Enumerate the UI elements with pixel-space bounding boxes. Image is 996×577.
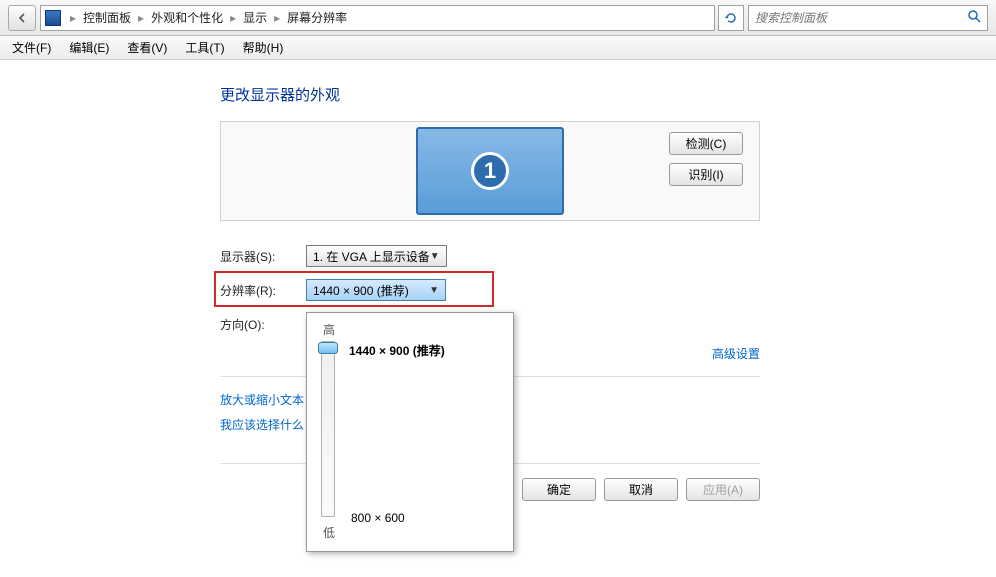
detect-identify-group: 检测(C) 识别(I) [669,132,743,186]
resolution-combo-value: 1440 × 900 (推荐) [313,282,409,299]
display-label: 显示器(S): [220,248,306,265]
slider-min-value: 800 × 600 [351,511,405,525]
identify-button[interactable]: 识别(I) [669,163,743,186]
slider-low-label: 低 [323,524,503,541]
slider-max-value: 1440 × 900 (推荐) [349,342,445,359]
resolution-row: 分辨率(R): 1440 × 900 (推荐) ▼ [220,275,996,305]
chevron-right-icon: ▸ [67,11,79,25]
menu-view[interactable]: 查看(V) [119,37,175,58]
nav-back-button[interactable] [8,5,36,31]
resolution-slider-thumb[interactable] [318,342,338,354]
resolution-label: 分辨率(R): [220,282,306,299]
which-settings-link[interactable]: 我应该选择什么 [220,418,304,432]
control-panel-icon [45,10,61,26]
breadcrumb-item[interactable]: 外观和个性化 [147,9,227,26]
address-bar: ▸ 控制面板 ▸ 外观和个性化 ▸ 显示 ▸ 屏幕分辨率 [0,0,996,36]
orientation-label: 方向(O): [220,316,306,333]
display-combo-value: 1. 在 VGA 上显示设备 [313,248,430,265]
chevron-down-icon: ▼ [429,285,439,296]
breadcrumb-item[interactable]: 屏幕分辨率 [283,9,351,26]
breadcrumb[interactable]: ▸ 控制面板 ▸ 外观和个性化 ▸ 显示 ▸ 屏幕分辨率 [40,5,715,31]
menu-bar: 文件(F) 编辑(E) 查看(V) 工具(T) 帮助(H) [0,36,996,60]
search-input[interactable] [755,11,967,25]
menu-edit[interactable]: 编辑(E) [61,37,117,58]
content-area: 更改显示器的外观 1 检测(C) 识别(I) 显示器(S): 1. 在 VGA … [0,60,996,577]
zoom-text-link[interactable]: 放大或缩小文本 [220,393,304,407]
search-icon [967,9,981,26]
menu-file[interactable]: 文件(F) [4,37,59,58]
slider-high-label: 高 [323,321,503,338]
display-row: 显示器(S): 1. 在 VGA 上显示设备 ▼ [220,241,996,271]
chevron-right-icon: ▸ [227,11,239,25]
breadcrumb-item[interactable]: 控制面板 [79,9,135,26]
monitor-preview-box: 1 检测(C) 识别(I) [220,121,760,221]
display-combo[interactable]: 1. 在 VGA 上显示设备 ▼ [306,245,447,267]
resolution-slider-track[interactable] [321,341,335,517]
resolution-slider-wrap: 1440 × 900 (推荐) [321,341,503,521]
monitor-thumbnail[interactable]: 1 [416,127,564,215]
menu-help[interactable]: 帮助(H) [235,37,292,58]
chevron-right-icon: ▸ [135,11,147,25]
monitor-number-badge: 1 [471,152,509,190]
resolution-dropdown-panel[interactable]: 高 1440 × 900 (推荐) 800 × 600 低 [306,312,514,552]
apply-button[interactable]: 应用(A) [686,478,760,501]
chevron-right-icon: ▸ [271,11,283,25]
menu-tools[interactable]: 工具(T) [177,37,232,58]
detect-button[interactable]: 检测(C) [669,132,743,155]
resolution-combo[interactable]: 1440 × 900 (推荐) ▼ [306,279,446,301]
breadcrumb-item[interactable]: 显示 [239,9,271,26]
search-box[interactable] [748,5,988,31]
ok-button[interactable]: 确定 [522,478,596,501]
page-title: 更改显示器的外观 [220,84,996,105]
chevron-down-icon: ▼ [430,251,440,262]
cancel-button[interactable]: 取消 [604,478,678,501]
refresh-button[interactable] [718,5,744,31]
